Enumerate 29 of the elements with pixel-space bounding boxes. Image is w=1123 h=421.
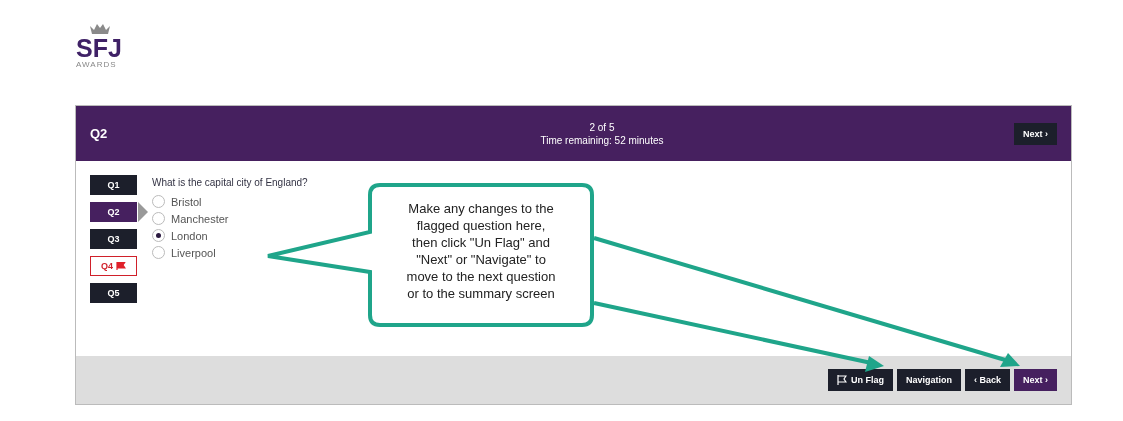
question-tab[interactable]: Q1 [90,175,137,195]
option-label: Manchester [171,212,229,225]
next-button[interactable]: Next › [1014,122,1057,145]
logo-text: SFJ [76,36,122,60]
next-button[interactable]: Next › [1014,369,1057,391]
logo-subtitle: AWARDS [76,60,117,69]
callout-text: Make any changes to the flagged question here, then click "Un Flag" and "Next" or "Navigate" to move to the next question or to the summary screen [405,200,557,302]
answer-option[interactable]: Manchester [152,212,229,225]
crown-icon [88,22,112,36]
progress-text: 2 of 5 [589,120,615,134]
question-tab[interactable]: Q2 [90,202,137,222]
option-label: Liverpool [171,246,216,259]
answer-option[interactable]: London [152,229,208,242]
answer-option[interactable]: Bristol [152,195,202,208]
question-text: What is the capital city of England? [152,177,308,188]
unflag-button[interactable]: Un Flag [827,369,893,391]
question-tab[interactable]: Q5 [90,283,137,303]
current-pointer-icon [138,202,148,222]
flag-icon [116,262,126,270]
question-tab[interactable]: Q4 [90,256,137,276]
option-label: London [171,229,208,242]
flag-icon [836,375,847,385]
time-remaining: Time remaining: 52 minutes [540,133,664,147]
option-label: Bristol [171,195,202,208]
navigation-button[interactable]: Navigation [896,369,961,391]
back-button[interactable]: ‹ Back [964,369,1010,391]
question-tab[interactable]: Q3 [90,229,137,249]
answer-option[interactable]: Liverpool [152,246,216,259]
question-number: Q2 [90,126,109,141]
